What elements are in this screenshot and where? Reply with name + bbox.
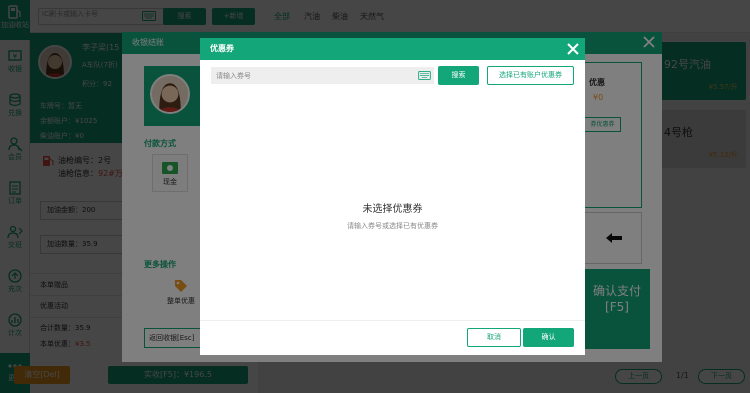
empty-state-hint: 请输入券号或选择已有优惠券	[347, 222, 438, 230]
coupon-header: 优惠券	[200, 38, 585, 60]
confirm-button[interactable]: 确认	[523, 328, 574, 347]
select-existing-coupon-button[interactable]: 选择已有账户优惠券	[487, 66, 574, 85]
close-icon[interactable]	[566, 42, 580, 56]
divider	[200, 320, 585, 321]
cancel-button[interactable]: 取消	[467, 328, 521, 347]
coupon-dialog: 优惠券 搜索 选择已有账户优惠券 未选择优惠券 请输入券号或选择已有优惠券 取消…	[200, 38, 585, 355]
coupon-title: 优惠券	[210, 44, 234, 53]
empty-state-title: 未选择优惠券	[362, 204, 423, 215]
coupon-search-button[interactable]: 搜索	[438, 66, 479, 85]
coupon-number-input[interactable]	[211, 67, 434, 84]
keyboard-icon[interactable]	[418, 71, 431, 80]
